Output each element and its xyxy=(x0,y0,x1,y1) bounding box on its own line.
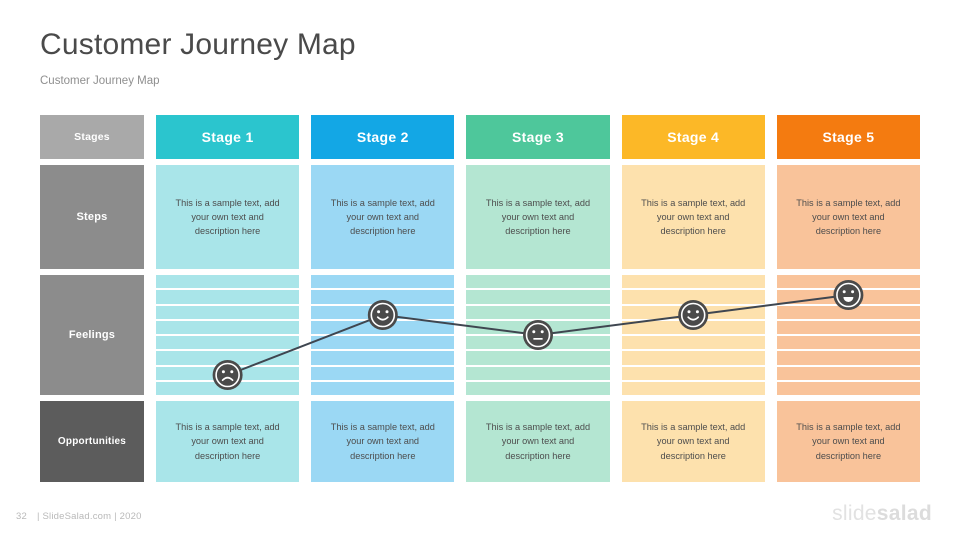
feelings-cell-3[interactable] xyxy=(466,275,610,395)
feelings-band xyxy=(156,290,299,303)
feelings-band xyxy=(622,351,765,364)
feelings-band xyxy=(156,382,299,395)
opportunities-cell-4[interactable]: This is a sample text, add your own text… xyxy=(621,401,765,482)
logo-text-light: slide xyxy=(832,502,877,525)
feelings-cell-5[interactable] xyxy=(776,275,920,395)
page-number: 32 xyxy=(16,511,27,522)
feelings-band xyxy=(777,367,920,380)
feelings-band xyxy=(311,290,454,303)
opportunities-cell-3[interactable]: This is a sample text, add your own text… xyxy=(466,401,610,482)
feelings-band xyxy=(466,382,609,395)
opportunities-cell-2[interactable]: This is a sample text, add your own text… xyxy=(311,401,455,482)
feelings-cell-4[interactable] xyxy=(621,275,765,395)
opportunities-cell-1[interactable]: This is a sample text, add your own text… xyxy=(156,401,300,482)
feelings-band xyxy=(777,336,920,349)
feelings-band xyxy=(622,382,765,395)
feelings-band xyxy=(622,290,765,303)
row-label-feelings: Feelings xyxy=(40,275,144,395)
feelings-band xyxy=(156,321,299,334)
feelings-cell-1[interactable] xyxy=(156,275,300,395)
feelings-band xyxy=(777,290,920,303)
footer-credit: 32 | SlideSalad.com | 2020 xyxy=(16,511,142,522)
opportunities-cell-5[interactable]: This is a sample text, add your own text… xyxy=(776,401,920,482)
feelings-band xyxy=(311,321,454,334)
feelings-band xyxy=(156,306,299,319)
feelings-band xyxy=(156,336,299,349)
page-title: Customer Journey Map xyxy=(40,28,356,61)
slide-header: Customer Journey Map Customer Journey Ma… xyxy=(40,28,356,87)
feelings-band xyxy=(311,275,454,288)
feelings-band xyxy=(622,321,765,334)
row-label-stages: Stages xyxy=(40,115,144,159)
steps-cell-4[interactable]: This is a sample text, add your own text… xyxy=(621,165,765,269)
logo-text-bold: salad xyxy=(876,502,932,525)
feelings-band xyxy=(466,351,609,364)
row-label-opportunities: Opportunities xyxy=(40,401,144,482)
feelings-band xyxy=(311,336,454,349)
stage-header-2[interactable]: Stage 2 xyxy=(311,115,455,159)
stage-header-3[interactable]: Stage 3 xyxy=(466,115,610,159)
feelings-band xyxy=(622,336,765,349)
feelings-band xyxy=(622,275,765,288)
feelings-cell-2[interactable] xyxy=(311,275,455,395)
feelings-band xyxy=(466,321,609,334)
stage-header-5[interactable]: Stage 5 xyxy=(776,115,920,159)
feelings-band xyxy=(466,275,609,288)
feelings-band xyxy=(156,351,299,364)
slidesalad-logo: slidesalad xyxy=(832,502,932,526)
footer-credit-text: | SlideSalad.com | 2020 xyxy=(36,511,142,522)
feelings-band xyxy=(777,382,920,395)
steps-cell-5[interactable]: This is a sample text, add your own text… xyxy=(776,165,920,269)
page-subtitle: Customer Journey Map xyxy=(40,74,160,87)
feelings-band xyxy=(466,306,609,319)
feelings-band xyxy=(622,306,765,319)
stage-header-4[interactable]: Stage 4 xyxy=(621,115,765,159)
steps-cell-2[interactable]: This is a sample text, add your own text… xyxy=(311,165,455,269)
feelings-band xyxy=(311,306,454,319)
steps-cell-1[interactable]: This is a sample text, add your own text… xyxy=(156,165,300,269)
row-label-steps: Steps xyxy=(40,165,144,269)
feelings-band xyxy=(156,367,299,380)
feelings-band xyxy=(622,367,765,380)
feelings-band xyxy=(466,336,609,349)
journey-matrix: Stages Stage 1 Stage 2 Stage 3 Stage 4 S… xyxy=(40,115,920,482)
feelings-band xyxy=(777,351,920,364)
feelings-band xyxy=(466,367,609,380)
feelings-band xyxy=(466,290,609,303)
steps-cell-3[interactable]: This is a sample text, add your own text… xyxy=(466,165,610,269)
feelings-band xyxy=(311,367,454,380)
stage-header-1[interactable]: Stage 1 xyxy=(156,115,300,159)
feelings-band xyxy=(777,275,920,288)
feelings-band xyxy=(777,321,920,334)
feelings-band xyxy=(156,275,299,288)
feelings-band xyxy=(311,382,454,395)
feelings-band xyxy=(311,351,454,364)
feelings-band xyxy=(777,306,920,319)
